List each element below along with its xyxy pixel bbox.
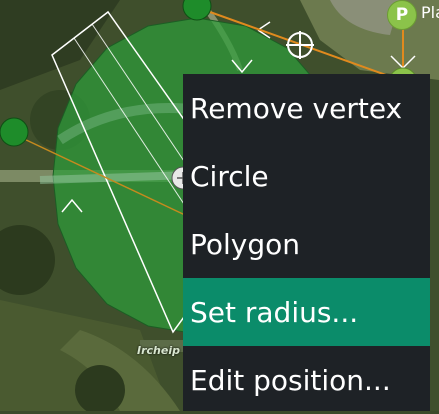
menu-item-label: Edit position...: [190, 363, 391, 397]
poi-label: Pla: [421, 3, 439, 22]
menu-item-set-radius[interactable]: Set radius...: [183, 278, 430, 346]
context-menu: Remove vertex Circle Polygon Set radius.…: [183, 74, 430, 411]
menu-item-label: Remove vertex: [190, 91, 403, 125]
menu-item-label: Set radius...: [190, 295, 359, 329]
geofence-vertex[interactable]: [0, 117, 29, 147]
menu-item-label: Polygon: [190, 227, 301, 261]
menu-item-circle[interactable]: Circle: [183, 142, 430, 210]
menu-item-edit-position[interactable]: Edit position...: [183, 346, 430, 414]
poi-marker-letter: P: [395, 5, 409, 25]
poi-marker[interactable]: P: [387, 0, 417, 30]
menu-item-remove-vertex[interactable]: Remove vertex: [183, 74, 430, 142]
map-place-label: Ircheip: [137, 344, 180, 357]
menu-item-polygon[interactable]: Polygon: [183, 210, 430, 278]
menu-item-label: Circle: [190, 159, 269, 193]
